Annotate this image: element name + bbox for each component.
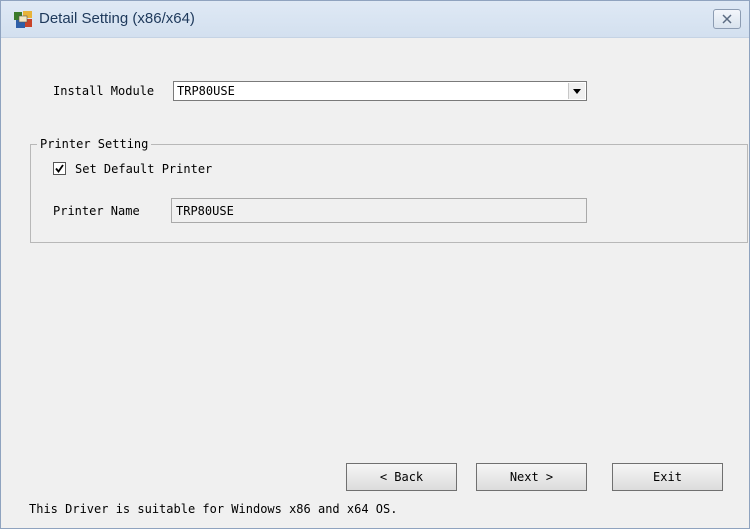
printer-name-field[interactable]: TRP80USE [171, 198, 587, 223]
install-module-value: TRP80USE [177, 84, 235, 98]
set-default-printer-checkbox[interactable] [53, 162, 66, 175]
checkmark-icon [55, 164, 64, 173]
footer-info-text: This Driver is suitable for Windows x86 … [29, 502, 398, 516]
printer-app-icon [13, 9, 33, 29]
close-icon [722, 14, 732, 24]
install-module-label: Install Module [53, 84, 155, 98]
window-title: Detail Setting (x86/x64) [39, 10, 195, 27]
next-button[interactable]: Next > [476, 463, 587, 491]
printer-setting-title: Printer Setting [37, 137, 152, 151]
dropdown-arrow-button[interactable] [568, 83, 585, 99]
set-default-printer-label[interactable]: Set Default Printer [75, 162, 212, 176]
detail-setting-window: Detail Setting (x86/x64) Install Module … [0, 0, 750, 529]
printer-setting-group [30, 144, 748, 243]
back-button[interactable]: < Back [346, 463, 457, 491]
chevron-down-icon [573, 89, 581, 94]
printer-name-value: TRP80USE [176, 204, 234, 218]
exit-button[interactable]: Exit [612, 463, 723, 491]
title-bar[interactable]: Detail Setting (x86/x64) [1, 1, 749, 38]
printer-name-label: Printer Name [53, 204, 140, 218]
install-module-select[interactable]: TRP80USE [173, 81, 587, 101]
close-button[interactable] [713, 9, 741, 29]
